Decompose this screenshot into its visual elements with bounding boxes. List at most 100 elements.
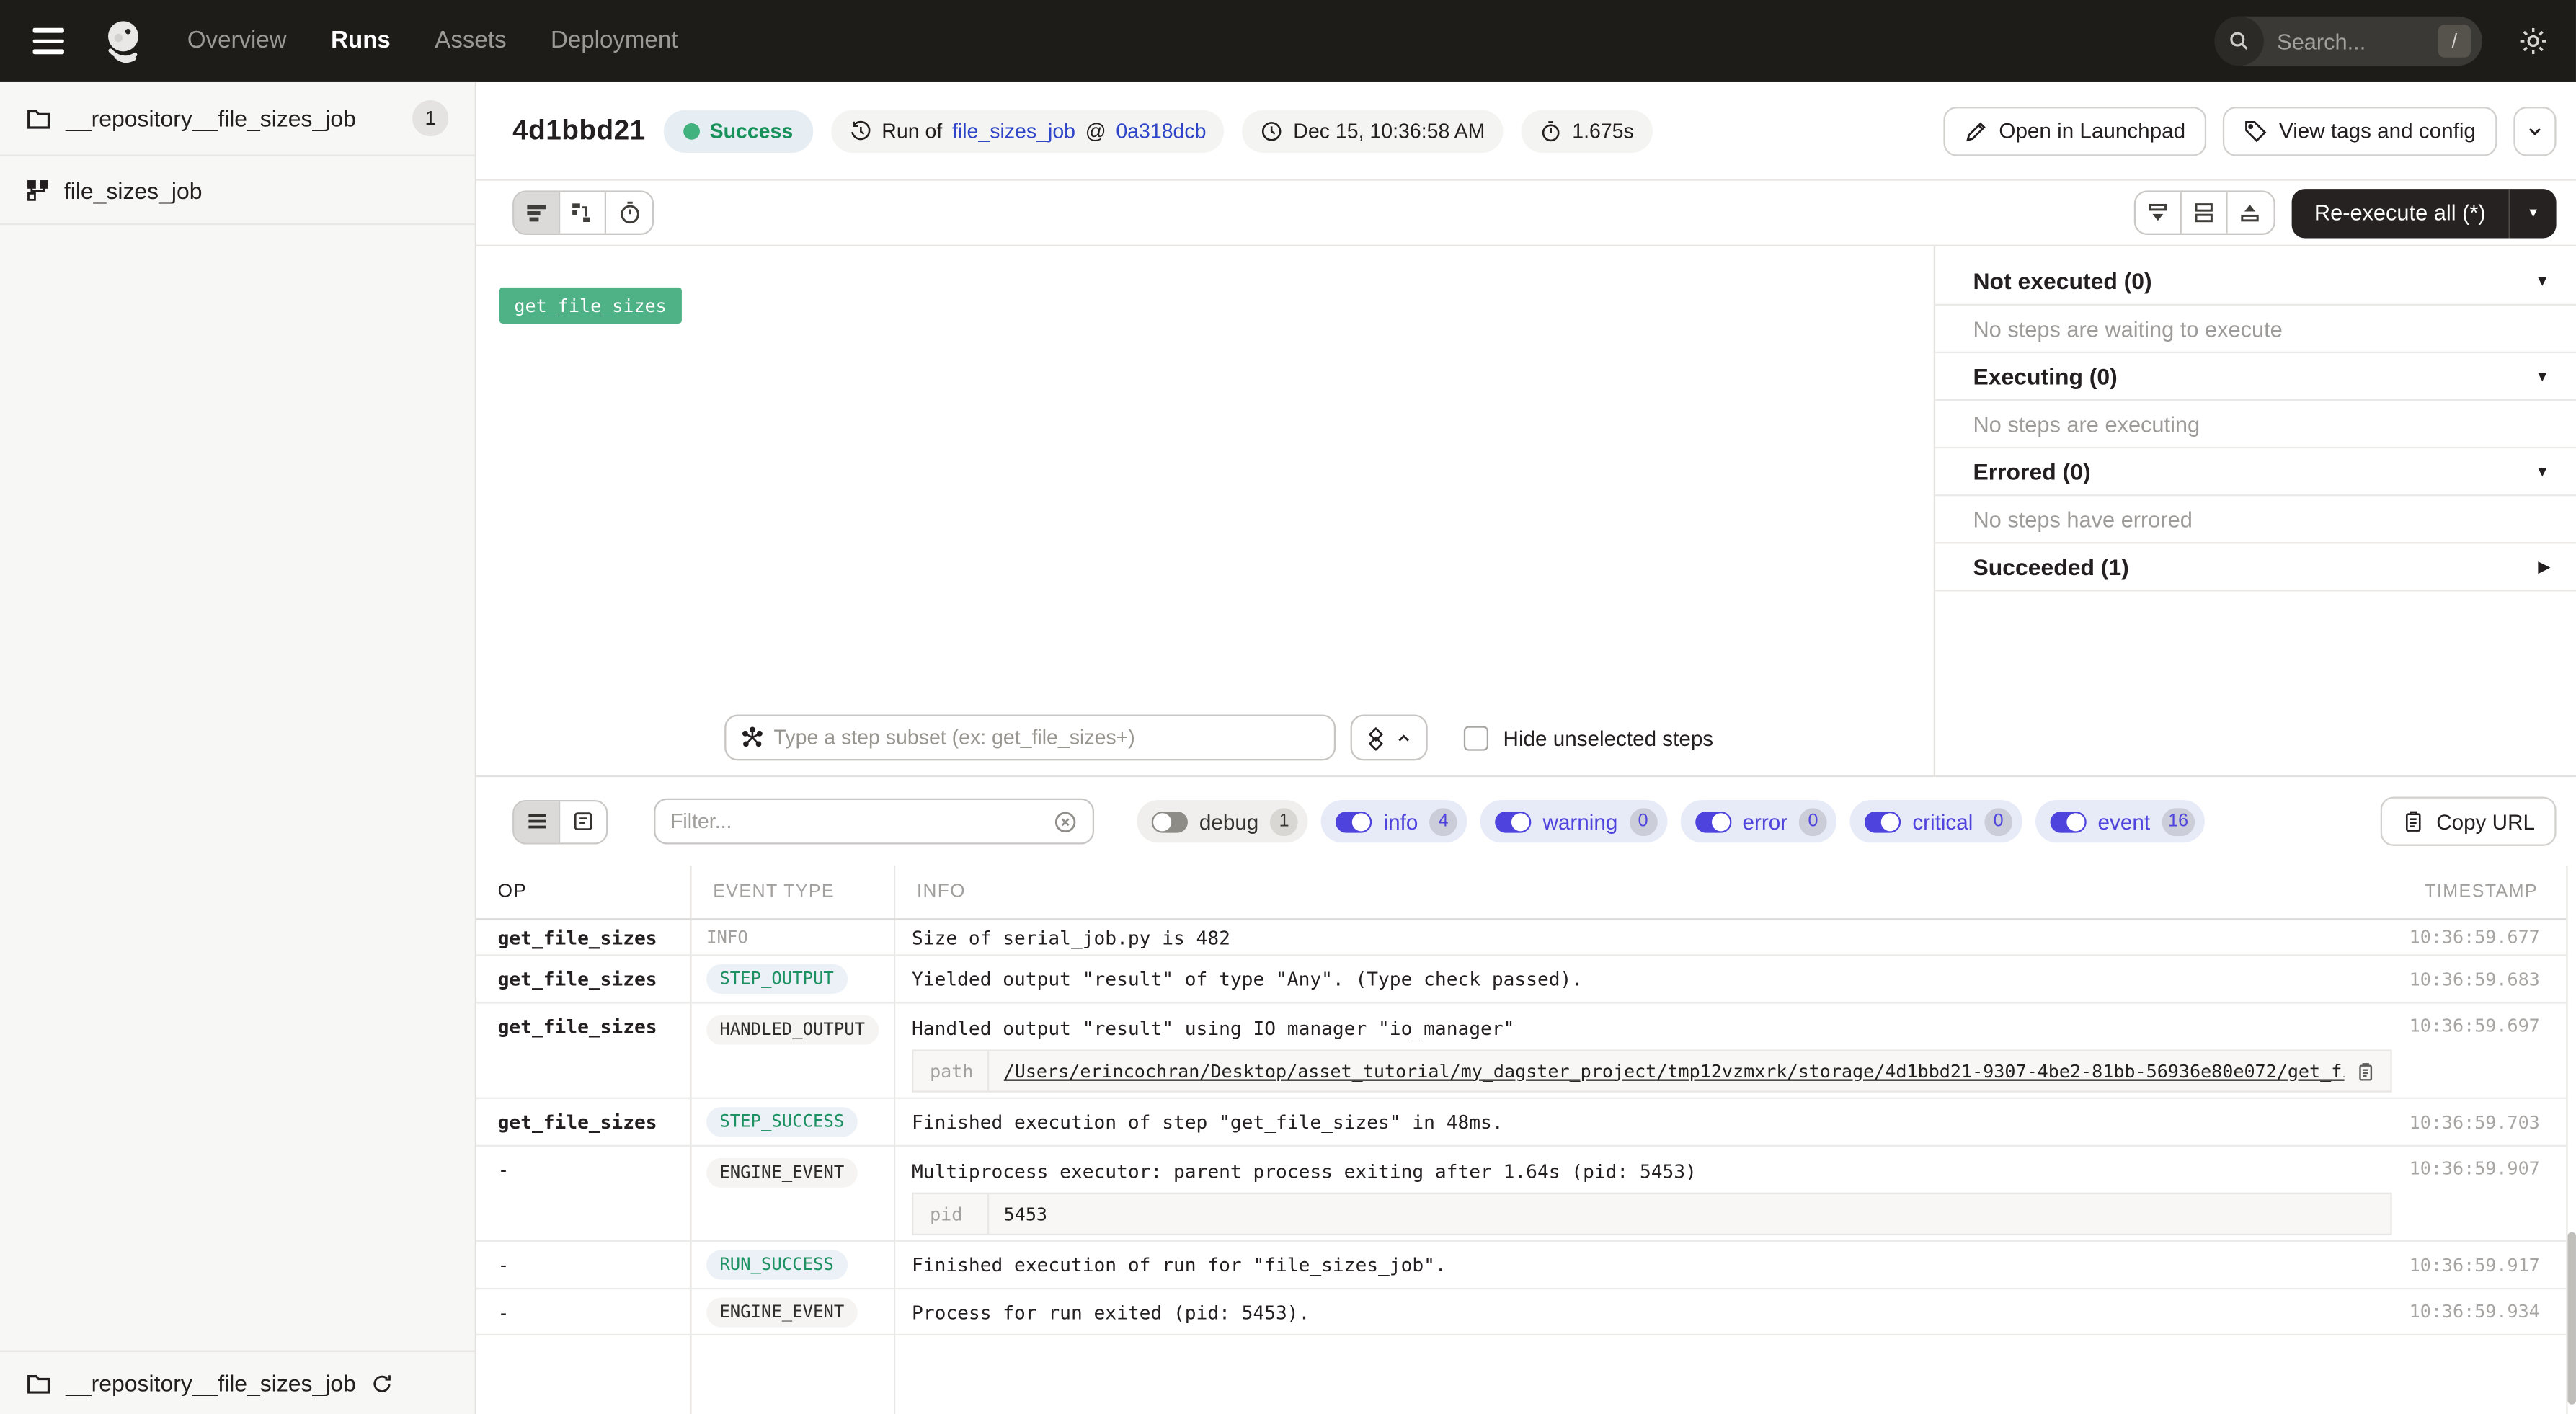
log-section: debug 1 info 4 warning 0 <box>476 777 2576 1414</box>
level-toggle-critical[interactable]: critical 0 <box>1850 800 2022 842</box>
split-panels-button[interactable] <box>2181 192 2227 234</box>
copy-url-button[interactable]: Copy URL <box>2381 796 2557 845</box>
search-input[interactable] <box>2277 29 2422 53</box>
header-more-button[interactable] <box>2513 106 2556 155</box>
sidebar-item-repository[interactable]: __repository__file_sizes_job 1 <box>0 82 475 156</box>
log-filter-input[interactable] <box>670 810 1053 833</box>
hide-unselected-label: Hide unselected steps <box>1504 725 1714 750</box>
copy-path-icon[interactable] <box>2356 1060 2376 1082</box>
panel-split-icon <box>2191 200 2216 225</box>
toggle-switch <box>2050 811 2086 832</box>
log-message: Size of serial_job.py is 482 <box>912 925 1230 948</box>
level-toggle-event[interactable]: event 16 <box>2035 800 2205 842</box>
log-row[interactable]: - ENGINE_EVENT Process for run exited (p… <box>476 1289 2566 1335</box>
log-row[interactable]: get_file_sizes HANDLED_OUTPUT Handled ou… <box>476 1004 2566 1099</box>
hide-unselected-checkbox[interactable] <box>1464 725 1488 750</box>
log-level-filters: debug 1 info 4 warning 0 <box>1137 800 2205 842</box>
log-scrollbar-track[interactable] <box>2566 866 2576 1414</box>
log-filter-field <box>654 799 1094 845</box>
section-executing[interactable]: Executing (0) ▼ <box>1935 353 2576 401</box>
commit-link[interactable]: 0a318dcb <box>1116 119 1206 142</box>
nav-item-overview[interactable]: Overview <box>187 28 287 54</box>
level-toggle-debug[interactable]: debug 1 <box>1137 800 1307 842</box>
gantt-flat-view-button[interactable] <box>514 192 560 234</box>
log-scrollbar-thumb[interactable] <box>2568 1232 2576 1404</box>
log-row[interactable]: - ENGINE_EVENT Multiprocess executor: pa… <box>476 1147 2566 1242</box>
event-type-label: INFO <box>706 922 748 952</box>
log-list-view-button[interactable] <box>514 801 560 842</box>
level-toggle-info[interactable]: info 4 <box>1321 800 1467 842</box>
gear-icon[interactable] <box>2517 25 2550 58</box>
triangle-down-icon: ▼ <box>2535 272 2549 289</box>
op-selector-button[interactable] <box>1351 714 1428 760</box>
dagster-logo[interactable] <box>99 16 150 67</box>
run-toolbar: Re-execute all (*) ▼ <box>476 181 2576 246</box>
run-timestamp-pill: Dec 15, 10:36:58 AM <box>1243 110 1504 152</box>
toggle-switch <box>1495 811 1531 832</box>
chevron-down-icon <box>2525 121 2544 141</box>
reexecute-options-button[interactable]: ▼ <box>2510 205 2557 221</box>
global-search[interactable]: / <box>2214 17 2482 66</box>
event-type-badge: RUN_SUCCESS <box>706 1250 847 1280</box>
sidebar-item-job[interactable]: file_sizes_job <box>0 156 475 226</box>
panel-bottom-icon <box>2145 200 2169 225</box>
toggle-switch <box>1336 811 1372 832</box>
step-status-panel: Not executed (0) ▼ No steps are waiting … <box>1935 246 2576 775</box>
gantt-waterfall-view-button[interactable] <box>560 192 606 234</box>
log-timestamp: 10:36:59.703 <box>2412 1099 2566 1145</box>
nav-item-runs[interactable]: Runs <box>331 28 391 54</box>
output-path-link[interactable]: /Users/erincochran/Desktop/asset_tutoria… <box>1004 1060 2345 1082</box>
reexecute-split-button: Re-execute all (*) ▼ <box>2291 188 2557 237</box>
collapse-bottom-panel-button[interactable] <box>2135 192 2181 234</box>
clear-filter-icon[interactable] <box>1053 809 1078 834</box>
event-type-badge: ENGINE_EVENT <box>706 1297 857 1327</box>
panel-top-icon <box>2238 200 2262 225</box>
gantt-step-bar[interactable]: get_file_sizes <box>499 288 681 324</box>
log-row[interactable]: get_file_sizes INFO Size of serial_job.p… <box>476 920 2566 956</box>
sidebar-footer-repository[interactable]: __repository__file_sizes_job <box>0 1351 475 1414</box>
job-link[interactable]: file_sizes_job <box>952 119 1075 142</box>
run-status-badge: Success <box>664 110 813 152</box>
dagster-run-page: Overview Runs Assets Deployment / <box>0 0 2576 1414</box>
log-table: OP EVENT TYPE INFO TIMESTAMP get_file_si… <box>476 866 2576 1414</box>
level-count-badge: 4 <box>1429 807 1457 835</box>
pid-value: 5453 <box>1004 1204 1047 1225</box>
expand-top-panel-button[interactable] <box>2227 192 2273 234</box>
pencil-icon <box>1965 119 1988 142</box>
run-toolbar-right: Re-execute all (*) ▼ <box>2133 188 2556 237</box>
event-type-badge: HANDLED_OUTPUT <box>706 1015 878 1045</box>
reexecute-all-button[interactable]: Re-execute all (*) <box>2291 200 2509 225</box>
timing-view-button[interactable] <box>606 192 652 234</box>
stopwatch-icon <box>1540 119 1563 142</box>
history-icon <box>849 119 872 142</box>
log-structured-view-button[interactable] <box>560 801 606 842</box>
section-errored[interactable]: Errored (0) ▼ <box>1935 448 2576 496</box>
list-view-icon <box>525 810 548 833</box>
level-toggle-error[interactable]: error 0 <box>1680 800 1837 842</box>
log-row[interactable]: - RUN_SUCCESS Finished execution of run … <box>476 1242 2566 1289</box>
nav-item-deployment[interactable]: Deployment <box>551 28 678 54</box>
step-subset-input[interactable] <box>774 726 1320 749</box>
log-toolbar: debug 1 info 4 warning 0 <box>476 777 2576 866</box>
gantt-waterfall-icon <box>570 200 595 225</box>
step-subset-row: Hide unselected steps <box>476 700 1934 775</box>
hamburger-menu-icon[interactable] <box>26 22 71 61</box>
log-row[interactable]: get_file_sizes STEP_SUCCESS Finished exe… <box>476 1099 2566 1147</box>
level-toggle-warning[interactable]: warning 0 <box>1480 800 1667 842</box>
open-in-launchpad-button[interactable]: Open in Launchpad <box>1943 106 2207 155</box>
view-tags-config-button[interactable]: View tags and config <box>2223 106 2497 155</box>
nav-item-assets[interactable]: Assets <box>435 28 506 54</box>
search-shortcut-badge: / <box>2438 25 2471 58</box>
search-icon <box>2214 17 2263 66</box>
toggle-switch <box>1865 811 1901 832</box>
log-message: Finished execution of run for "file_size… <box>912 1253 1447 1276</box>
gantt-canvas[interactable]: get_file_sizes <box>476 246 1934 700</box>
log-timestamp: 10:36:59.917 <box>2412 1242 2566 1288</box>
column-header-op: OP <box>476 866 692 918</box>
status-dot-icon <box>683 123 700 139</box>
log-row[interactable]: get_file_sizes STEP_OUTPUT Yielded outpu… <box>476 956 2566 1004</box>
refresh-icon[interactable] <box>370 1372 392 1394</box>
column-header-info: INFO <box>895 866 2412 918</box>
section-not-executed[interactable]: Not executed (0) ▼ <box>1935 258 2576 306</box>
section-succeeded[interactable]: Succeeded (1) ▶ <box>1935 543 2576 591</box>
